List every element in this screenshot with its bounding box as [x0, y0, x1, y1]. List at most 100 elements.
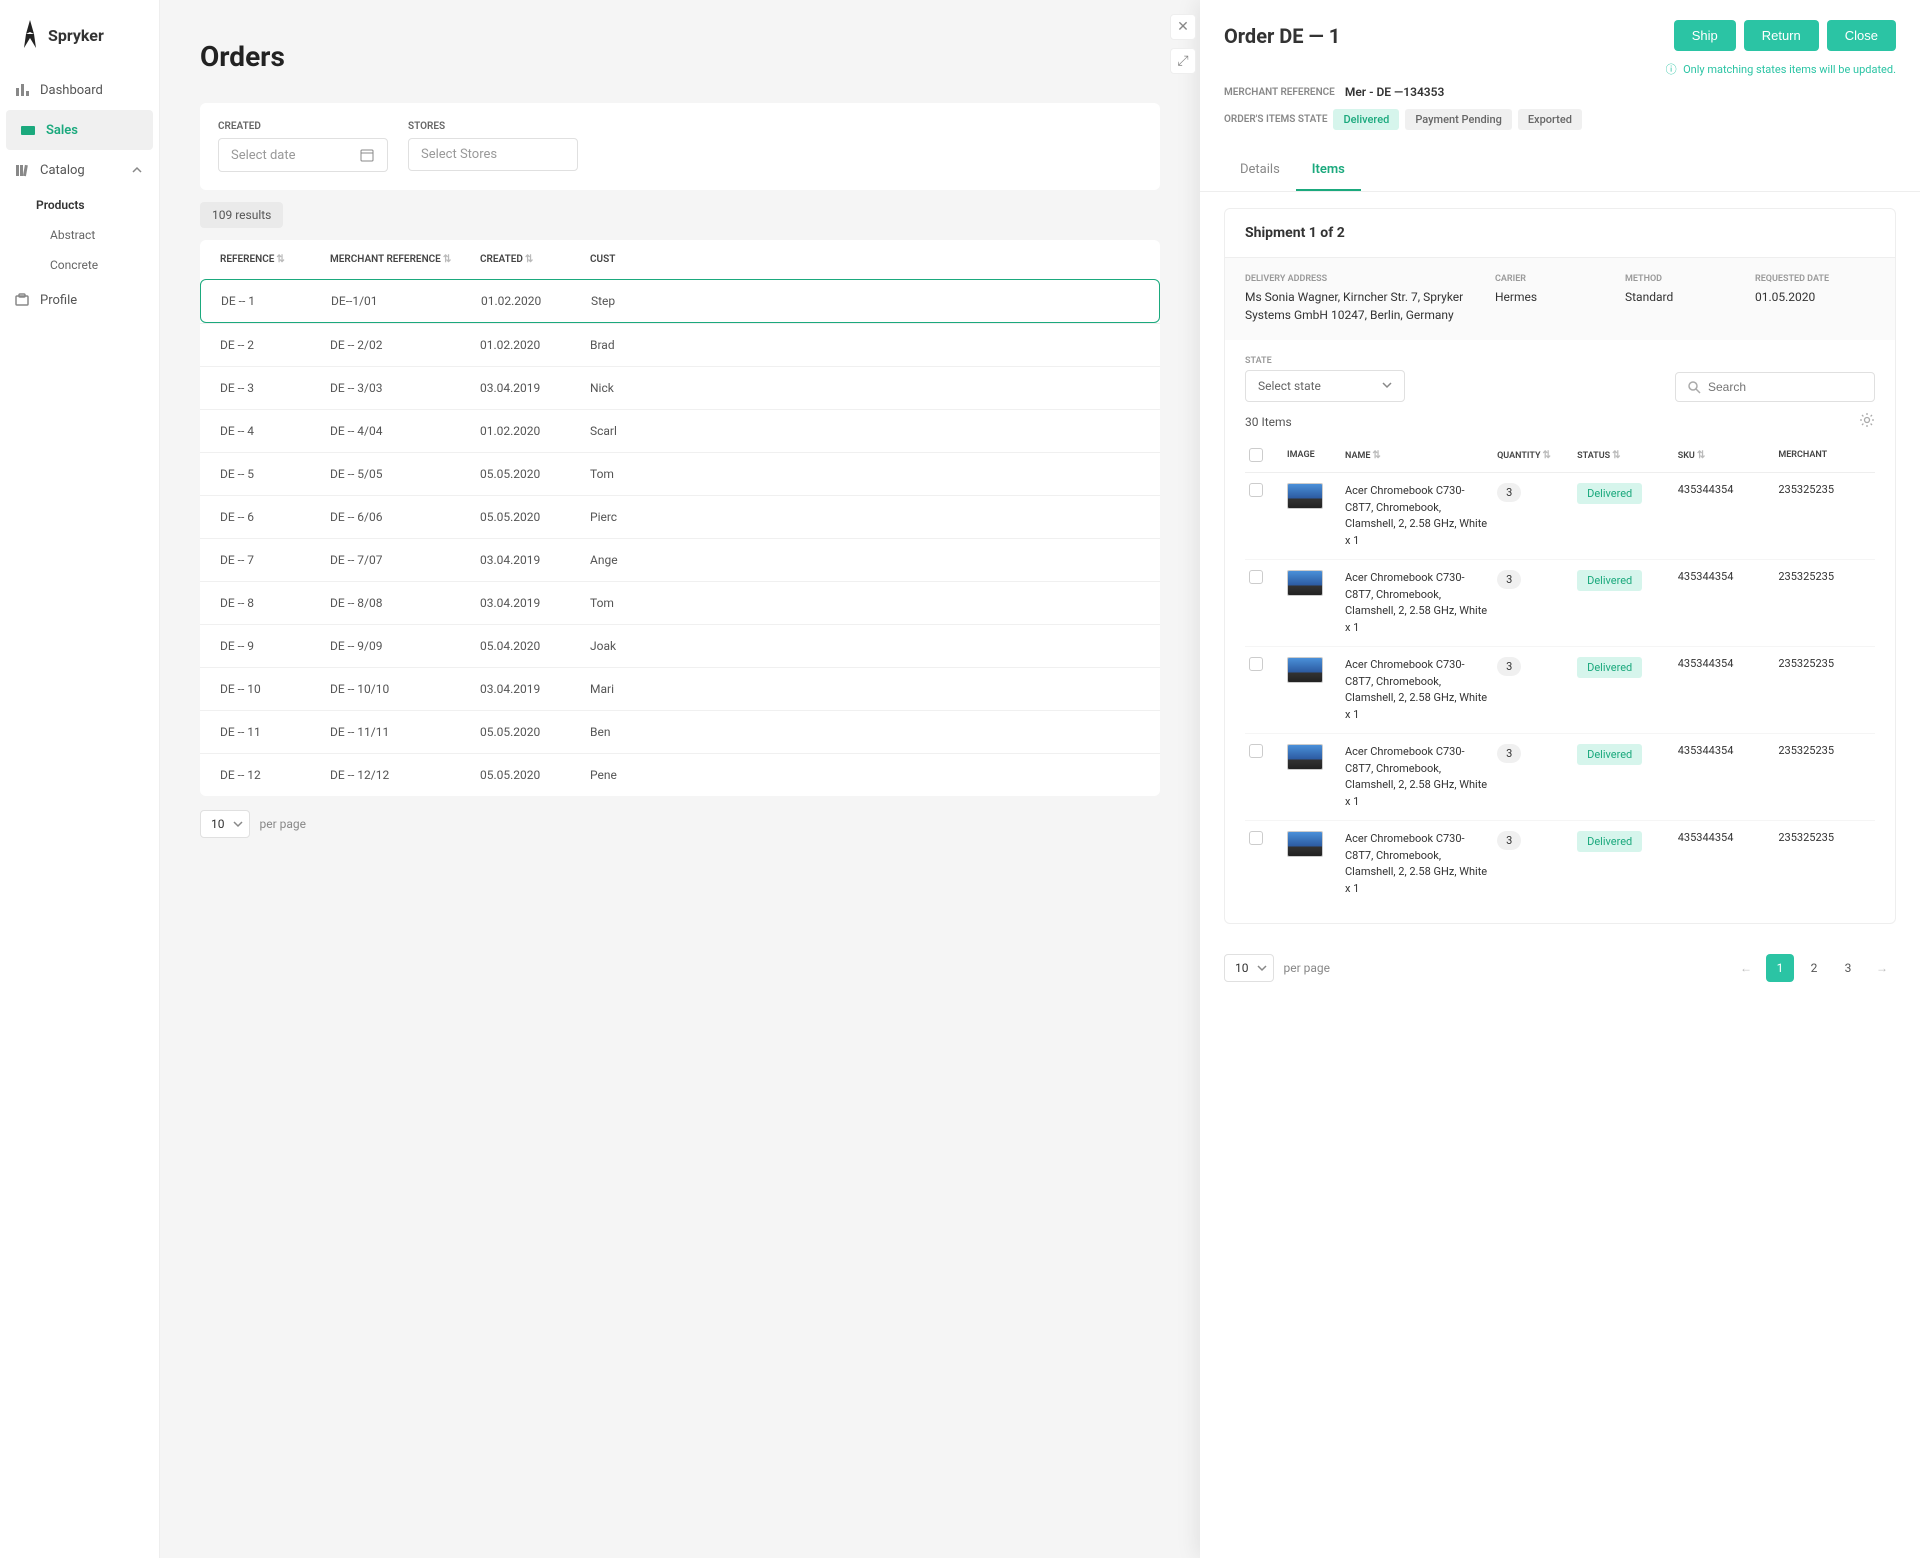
items-count: 30 Items: [1245, 415, 1292, 429]
cell-sku: 435344354: [1678, 831, 1771, 844]
cell-reference: DE -- 11: [220, 725, 330, 739]
tab-details[interactable]: Details: [1224, 150, 1296, 191]
nav-concrete[interactable]: Concrete: [36, 250, 159, 280]
items-search-input[interactable]: [1708, 380, 1864, 394]
nav-products[interactable]: Products: [36, 190, 159, 220]
cell-name: Acer Chromebook C730-C8T7, Chromebook, C…: [1345, 570, 1489, 636]
state-exported: Exported: [1518, 109, 1582, 130]
state-filter: STATE Select state: [1245, 356, 1405, 402]
cell-merchant-reference: DE -- 10/10: [330, 682, 480, 696]
table-row[interactable]: DE -- 7DE -- 7/0703.04.2019Ange: [200, 538, 1160, 581]
cell-merchant-reference: DE -- 12/12: [330, 768, 480, 782]
row-checkbox[interactable]: [1249, 483, 1263, 497]
table-row[interactable]: DE -- 4DE -- 4/0401.02.2020Scarl: [200, 409, 1160, 452]
shipment-title: Shipment 1 of 2: [1225, 209, 1895, 258]
cell-customer: Mari: [590, 682, 690, 696]
items-per-page-select[interactable]: 10: [1224, 954, 1274, 982]
nav-profile[interactable]: Profile: [0, 280, 159, 320]
nav-catalog-submenu: Products Abstract Concrete: [0, 190, 159, 280]
table-row[interactable]: DE -- 8DE -- 8/0803.04.2019Tom: [200, 581, 1160, 624]
product-thumbnail: [1287, 744, 1323, 770]
nav-abstract[interactable]: Abstract: [36, 220, 159, 250]
cell-reference: DE -- 5: [220, 467, 330, 481]
per-page-select[interactable]: 10: [200, 810, 250, 838]
calendar-icon: [359, 147, 375, 163]
cell-sku: 435344354: [1678, 657, 1771, 670]
cell-reference: DE -- 9: [220, 639, 330, 653]
items-search[interactable]: [1675, 372, 1875, 402]
tab-items[interactable]: Items: [1296, 150, 1361, 191]
state-select[interactable]: Select state: [1245, 370, 1405, 402]
results-count: 109 results: [200, 202, 283, 228]
drawer-hint: ⓘ Only matching states items will be upd…: [1224, 61, 1896, 77]
table-row[interactable]: DE -- 11DE -- 11/1105.05.2020Ben: [200, 710, 1160, 753]
page-button[interactable]: 2: [1800, 954, 1828, 982]
cell-status: Delivered: [1577, 744, 1670, 765]
cell-sku: 435344354: [1678, 570, 1771, 583]
page-next[interactable]: →: [1868, 954, 1896, 982]
cell-customer: Pierc: [590, 510, 690, 524]
sort-icon: ⇅: [443, 254, 451, 265]
col-status[interactable]: STATUS⇅: [1577, 450, 1670, 461]
chevron-up-icon: [129, 162, 145, 178]
col-quantity[interactable]: QUANTITY⇅: [1497, 450, 1569, 461]
profile-icon: [14, 292, 30, 308]
col-created[interactable]: CREATED⇅: [480, 254, 590, 265]
method: METHOD Standard: [1625, 274, 1745, 324]
info-icon: ⓘ: [1663, 61, 1679, 77]
nav-sales[interactable]: Sales: [6, 110, 153, 150]
filter-stores: STORES Select Stores: [408, 121, 578, 172]
nav-catalog[interactable]: Catalog: [0, 150, 159, 190]
cell-customer: Nick: [590, 381, 690, 395]
page-prev[interactable]: ←: [1732, 954, 1760, 982]
close-button[interactable]: Close: [1827, 20, 1896, 51]
items-per-page-label: per page: [1284, 961, 1331, 975]
shipment-info: DELIVERY ADDRESS Ms Sonia Wagner, Kirnch…: [1225, 258, 1895, 340]
col-sku[interactable]: SKU⇅: [1678, 450, 1771, 461]
cell-status: Delivered: [1577, 657, 1670, 678]
cell-created: 05.05.2020: [480, 725, 590, 739]
sort-icon: ⇅: [1612, 450, 1620, 461]
cell-quantity: 3: [1497, 657, 1569, 676]
cell-quantity: 3: [1497, 483, 1569, 502]
table-row: Acer Chromebook C730-C8T7, Chromebook, C…: [1245, 560, 1875, 647]
table-row[interactable]: DE -- 2DE -- 2/0201.02.2020Brad: [200, 323, 1160, 366]
col-customer[interactable]: CUST: [590, 254, 690, 265]
col-reference[interactable]: REFERENCE⇅: [220, 254, 330, 265]
select-all-checkbox[interactable]: [1249, 448, 1263, 462]
table-row[interactable]: DE -- 10DE -- 10/1003.04.2019Mari: [200, 667, 1160, 710]
table-row[interactable]: DE -- 1DE--1/0101.02.2020Step: [200, 279, 1160, 323]
cell-customer: Tom: [590, 596, 690, 610]
drawer-expand-handle[interactable]: ⤢: [1170, 48, 1196, 74]
drawer-close-handle[interactable]: ✕: [1170, 14, 1196, 40]
return-button[interactable]: Return: [1744, 20, 1819, 51]
sort-icon: ⇅: [276, 254, 284, 265]
filter-created-input[interactable]: Select date: [218, 138, 388, 172]
cell-merchant: 235325235: [1778, 744, 1871, 757]
table-row: Acer Chromebook C730-C8T7, Chromebook, C…: [1245, 734, 1875, 821]
row-checkbox[interactable]: [1249, 744, 1263, 758]
table-row: Acer Chromebook C730-C8T7, Chromebook, C…: [1245, 647, 1875, 734]
table-row[interactable]: DE -- 5DE -- 5/0505.05.2020Tom: [200, 452, 1160, 495]
table-row[interactable]: DE -- 12DE -- 12/1205.05.2020Pene: [200, 753, 1160, 796]
row-checkbox[interactable]: [1249, 831, 1263, 845]
row-checkbox[interactable]: [1249, 570, 1263, 584]
table-row[interactable]: DE -- 6DE -- 6/0605.05.2020Pierc: [200, 495, 1160, 538]
ship-button[interactable]: Ship: [1674, 20, 1736, 51]
col-name[interactable]: NAME⇅: [1345, 450, 1489, 461]
page-button[interactable]: 3: [1834, 954, 1862, 982]
page-button[interactable]: 1: [1766, 954, 1794, 982]
row-checkbox[interactable]: [1249, 657, 1263, 671]
table-row[interactable]: DE -- 9DE -- 9/0905.04.2020Joak: [200, 624, 1160, 667]
gear-icon[interactable]: [1859, 412, 1875, 432]
product-thumbnail: [1287, 831, 1323, 857]
nav-dashboard[interactable]: Dashboard: [0, 70, 159, 110]
filter-stores-input[interactable]: Select Stores: [408, 138, 578, 171]
cell-reference: DE -- 2: [220, 338, 330, 352]
sidebar: Spryker Dashboard Sales Catalog Products…: [0, 0, 160, 1558]
cell-sku: 435344354: [1678, 483, 1771, 496]
table-row[interactable]: DE -- 3DE -- 3/0303.04.2019Nick: [200, 366, 1160, 409]
sort-icon: ⇅: [525, 254, 533, 265]
col-merchant-reference[interactable]: MERCHANT REFERENCE⇅: [330, 254, 480, 265]
page-title: Orders: [200, 40, 1160, 73]
